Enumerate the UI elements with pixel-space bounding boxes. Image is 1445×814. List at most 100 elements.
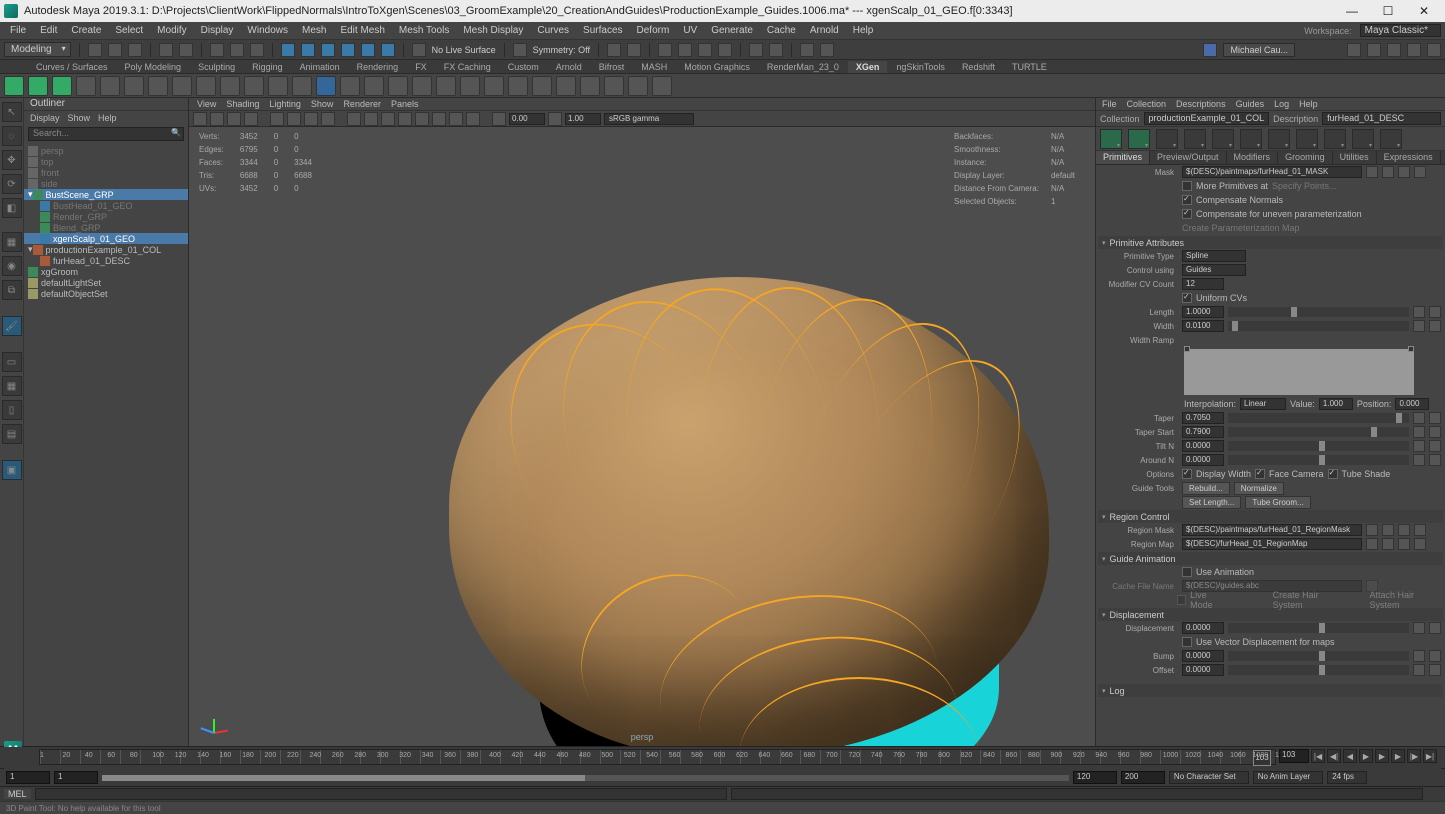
user-label[interactable]: Michael Cau... (1223, 43, 1295, 57)
expr-icon[interactable] (1398, 524, 1410, 536)
snap-curve-icon[interactable] (301, 43, 315, 57)
shelf-tab[interactable]: Poly Modeling (117, 61, 190, 73)
shelf-tab[interactable]: Sculpting (190, 61, 243, 73)
step-fwd-icon[interactable]: ▶ (1391, 749, 1405, 763)
viewport-menu[interactable]: View (197, 99, 216, 109)
viewport-menu[interactable]: Shading (226, 99, 259, 109)
slider-icon[interactable] (1429, 412, 1441, 424)
go-end-icon[interactable]: ▶| (1423, 749, 1437, 763)
open-scene-icon[interactable] (108, 43, 122, 57)
menu-item[interactable]: Curves (531, 24, 575, 37)
expr-icon[interactable] (1413, 320, 1425, 332)
taper-start-input[interactable]: 0.7900 (1182, 426, 1224, 438)
prefs-icon[interactable] (1407, 771, 1421, 785)
xgen-tool-icon[interactable] (148, 76, 168, 96)
face-camera-checkbox[interactable] (1255, 469, 1265, 479)
menu-item[interactable]: Modify (151, 24, 192, 37)
film-gate-icon[interactable] (287, 112, 301, 126)
xgen-brush-icon[interactable] (388, 76, 408, 96)
menu-item[interactable]: Help (847, 24, 880, 37)
xgen-editor-icon[interactable] (28, 76, 48, 96)
range-end-input[interactable]: 120 (1073, 771, 1117, 784)
xgen-brush-icon[interactable] (652, 76, 672, 96)
outliner-item[interactable]: defaultObjectSet (24, 288, 188, 299)
section-guide-animation[interactable]: Guide Animation (1098, 552, 1443, 565)
select-tool-icon[interactable]: ↖ (2, 102, 22, 122)
more-primitives-checkbox[interactable] (1182, 181, 1192, 191)
snap-plane-icon[interactable] (341, 43, 355, 57)
outliner-item[interactable]: xgGroom (24, 266, 188, 277)
expr-icon[interactable] (1413, 650, 1425, 662)
width-input[interactable]: 0.0100 (1182, 320, 1224, 332)
slider-icon[interactable] (1414, 538, 1426, 550)
step-fwd-key-icon[interactable]: |▶ (1407, 749, 1421, 763)
vector-disp-checkbox[interactable] (1182, 637, 1192, 647)
around-slider[interactable] (1228, 455, 1409, 465)
outliner-item[interactable]: Blend_GRP (24, 222, 188, 233)
play-back-icon[interactable]: ▶ (1359, 749, 1373, 763)
ramp-pos-input[interactable]: 0.000 (1395, 398, 1429, 410)
expr-icon[interactable] (1413, 306, 1425, 318)
shelf-tab[interactable]: Motion Graphics (676, 61, 758, 73)
expr-icon[interactable] (1413, 622, 1425, 634)
xgen-brush-icon[interactable] (484, 76, 504, 96)
region-map-input[interactable]: $(DESC)/furHead_01_RegionMap (1182, 538, 1362, 550)
menu-item[interactable]: Mesh Tools (393, 24, 455, 37)
taper-input[interactable]: 0.7050 (1182, 412, 1224, 424)
outliner-item[interactable]: xgenScalp_01_GEO (24, 233, 188, 244)
xgen-tool-icon[interactable] (244, 76, 264, 96)
xgen-tab-preview[interactable]: Preview/Output (1150, 151, 1227, 164)
xgen-brush-icon[interactable] (628, 76, 648, 96)
menu-item[interactable]: Mesh Display (457, 24, 529, 37)
uniform-cv-checkbox[interactable] (1182, 293, 1192, 303)
length-input[interactable]: 1.0000 (1182, 306, 1224, 318)
shelf-tab[interactable]: FX Caching (436, 61, 499, 73)
exposure-input[interactable]: 0.00 (509, 113, 545, 125)
guide-tool-icon[interactable] (1324, 129, 1346, 149)
snap-grid-icon[interactable] (281, 43, 295, 57)
menu-set-dropdown[interactable]: Modeling (4, 42, 71, 57)
flip-guide-icon[interactable] (1240, 129, 1262, 149)
shelf-tab[interactable]: Animation (292, 61, 348, 73)
lasso-tool-icon[interactable] (230, 43, 244, 57)
toolbar-icon[interactable] (1427, 43, 1441, 57)
slider-icon[interactable] (1429, 454, 1441, 466)
add-guide-icon[interactable] (1156, 129, 1178, 149)
paint-tool-icon[interactable]: 🖌 (2, 316, 22, 336)
gamma-icon[interactable] (548, 112, 562, 126)
compensate-param-checkbox[interactable] (1182, 209, 1192, 219)
displacement-input[interactable]: 0.0000 (1182, 622, 1224, 634)
image-plane-icon[interactable] (244, 112, 258, 126)
camera-select-icon[interactable] (193, 112, 207, 126)
xgen-brush-icon[interactable] (340, 76, 360, 96)
viewport-menu[interactable]: Lighting (269, 99, 301, 109)
bump-slider[interactable] (1228, 651, 1409, 661)
layout-four-icon[interactable]: ▦ (2, 376, 22, 396)
outliner-menu[interactable]: Show (68, 113, 91, 123)
xgen-tool-icon[interactable] (196, 76, 216, 96)
redo-icon[interactable] (179, 43, 193, 57)
go-start-icon[interactable]: |◀ (1311, 749, 1325, 763)
move-guide-icon[interactable] (1212, 129, 1234, 149)
last-tool-icon[interactable]: ▦ (2, 232, 22, 252)
displacement-slider[interactable] (1228, 623, 1409, 633)
tube-groom-button[interactable]: Tube Groom... (1245, 496, 1310, 509)
slider-icon[interactable] (1429, 426, 1441, 438)
snap-live-icon[interactable] (381, 43, 395, 57)
time-slider[interactable]: 103 120406080100120140160180200220240260… (4, 747, 1441, 769)
menu-item[interactable]: Mesh (296, 24, 332, 37)
normalize-button[interactable]: Normalize (1234, 482, 1284, 495)
viewport-menu[interactable]: Panels (391, 99, 419, 109)
interp-dropdown[interactable]: Linear (1240, 398, 1286, 410)
play-fwd-icon[interactable]: ▶ (1375, 749, 1389, 763)
prefs-icon[interactable] (1425, 771, 1439, 785)
anim-layer-dropdown[interactable]: No Anim Layer (1253, 771, 1323, 784)
set-length-button[interactable]: Set Length... (1182, 496, 1241, 509)
viewport-canvas[interactable]: Verts:345200Edges:679500Faces:334403344T… (189, 127, 1095, 746)
snap-point-icon[interactable] (321, 43, 335, 57)
xgen-brush-icon[interactable] (412, 76, 432, 96)
xgen-tab-grooming[interactable]: Grooming (1278, 151, 1333, 164)
shelf-tab[interactable]: Curves / Surfaces (28, 61, 116, 73)
menu-item[interactable]: Edit Mesh (334, 24, 390, 37)
menu-item[interactable]: UV (677, 24, 703, 37)
